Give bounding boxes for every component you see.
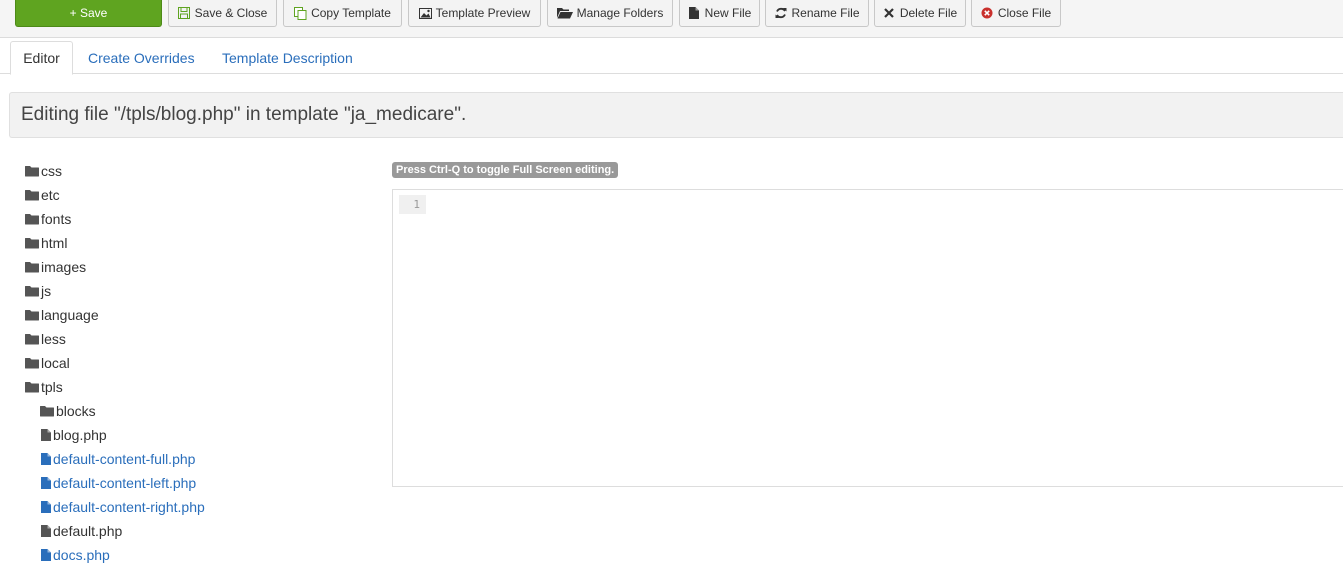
close-file-button[interactable]: Close File xyxy=(971,0,1061,27)
tree-file-label: default.php xyxy=(53,523,123,539)
tree-folder-label: less xyxy=(41,331,66,347)
tree-folder[interactable]: less xyxy=(25,328,66,350)
file-icon xyxy=(40,452,51,466)
save-button-label: + Save xyxy=(69,6,108,20)
rename-file-label: Rename File xyxy=(791,6,860,20)
refresh-icon xyxy=(774,7,787,20)
tree-file[interactable]: default.php xyxy=(40,520,122,542)
tree-folder[interactable]: language xyxy=(25,304,99,326)
folder-icon xyxy=(25,164,39,178)
folder-icon xyxy=(25,212,39,226)
tab-create-overrides-label: Create Overrides xyxy=(88,50,195,66)
tree-file-label: default-content-right.php xyxy=(53,499,205,515)
tree-folder-label: fonts xyxy=(41,211,72,227)
tree-folder[interactable]: blocks xyxy=(40,400,96,422)
tree-folder-tpls[interactable]: tpls xyxy=(25,376,63,398)
tree-folder[interactable]: css xyxy=(25,160,62,182)
tab-template-description-label: Template Description xyxy=(222,50,353,66)
tree-folder-label: css xyxy=(41,163,62,179)
file-icon xyxy=(40,500,51,514)
folder-icon xyxy=(40,404,54,418)
tree-folder-label: images xyxy=(41,259,87,275)
page-title-text: Editing file "/tpls/blog.php" in templat… xyxy=(21,104,467,125)
delete-file-label: Delete File xyxy=(899,6,958,20)
toolbar: + Save Save & Close Copy Template Templa… xyxy=(0,0,1343,38)
tree-file-label: default-content-left.php xyxy=(53,475,197,491)
folder-open-icon xyxy=(556,7,573,20)
tree-folder-label: tpls xyxy=(41,379,63,395)
template-preview-button[interactable]: Template Preview xyxy=(408,0,541,27)
new-file-label: New File xyxy=(704,6,752,20)
new-file-button[interactable]: New File xyxy=(679,0,760,27)
tree-file-label: default-content-full.php xyxy=(53,451,196,467)
tree-folder-label: language xyxy=(41,307,99,323)
tab-editor[interactable]: Editor xyxy=(10,41,73,75)
folder-icon xyxy=(25,236,39,250)
file-icon xyxy=(40,524,51,538)
tree-folder-label: js xyxy=(41,283,52,299)
tab-bar: Editor Create Overrides Template Descrip… xyxy=(0,38,1343,75)
tree-file-current[interactable]: blog.php xyxy=(40,424,107,446)
tree-folder-label: etc xyxy=(41,187,60,203)
tree-folder[interactable]: images xyxy=(25,256,86,278)
file-icon xyxy=(40,428,51,442)
template-preview-label: Template Preview xyxy=(435,6,531,20)
save-close-label: Save & Close xyxy=(194,6,268,20)
fullscreen-hint-text: Press Ctrl-Q to toggle Full Screen editi… xyxy=(396,164,615,176)
folder-icon xyxy=(25,284,39,298)
tree-file-label: blog.php xyxy=(53,427,107,443)
folder-icon xyxy=(25,308,39,322)
copy-template-button[interactable]: Copy Template xyxy=(283,0,402,27)
tree-file-label: docs.php xyxy=(53,547,110,563)
code-editor[interactable]: 1 xyxy=(392,189,1343,487)
manage-folders-button[interactable]: Manage Folders xyxy=(547,0,673,27)
manage-folders-label: Manage Folders xyxy=(576,6,664,20)
tree-folder[interactable]: js xyxy=(25,280,51,302)
line-number: 1 xyxy=(399,195,426,214)
tree-file[interactable]: default-content-left.php xyxy=(40,472,196,494)
tree-folder-label: blocks xyxy=(56,403,96,419)
folder-icon xyxy=(25,332,39,346)
tree-folder-label: html xyxy=(41,235,68,251)
tree-folder[interactable]: html xyxy=(25,232,67,254)
image-icon xyxy=(418,7,432,20)
close-file-label: Close File xyxy=(997,6,1052,20)
line-number-text: 1 xyxy=(413,198,420,211)
tree-file[interactable]: default-content-full.php xyxy=(40,448,195,470)
tree-file[interactable]: docs.php xyxy=(40,544,110,566)
tab-template-description[interactable]: Template Description xyxy=(222,41,353,75)
save-icon xyxy=(178,7,191,20)
tree-folder-label: local xyxy=(41,355,70,371)
tab-create-overrides[interactable]: Create Overrides xyxy=(88,41,195,75)
tree-folder[interactable]: local xyxy=(25,352,70,374)
copy-icon xyxy=(294,6,307,20)
save-close-button[interactable]: Save & Close xyxy=(168,0,277,27)
file-icon xyxy=(40,548,51,562)
rename-file-button[interactable]: Rename File xyxy=(765,0,869,27)
tree-folder[interactable]: etc xyxy=(25,184,60,206)
save-button[interactable]: + Save xyxy=(15,0,162,27)
folder-icon xyxy=(25,356,39,370)
tab-editor-label: Editor xyxy=(23,50,60,66)
tree-folder[interactable]: fonts xyxy=(25,208,71,230)
close-icon xyxy=(883,7,896,20)
fullscreen-hint-badge: Press Ctrl-Q to toggle Full Screen editi… xyxy=(392,162,619,178)
folder-icon xyxy=(25,260,39,274)
folder-icon xyxy=(25,188,39,202)
file-icon xyxy=(688,7,701,20)
copy-template-label: Copy Template xyxy=(311,6,391,20)
folder-icon xyxy=(25,380,39,394)
page-title: Editing file "/tpls/blog.php" in templat… xyxy=(9,92,1343,138)
file-icon xyxy=(40,476,51,490)
delete-file-button[interactable]: Delete File xyxy=(874,0,966,27)
tree-file[interactable]: default-content-right.php xyxy=(40,496,205,518)
close-circle-icon xyxy=(981,7,994,20)
